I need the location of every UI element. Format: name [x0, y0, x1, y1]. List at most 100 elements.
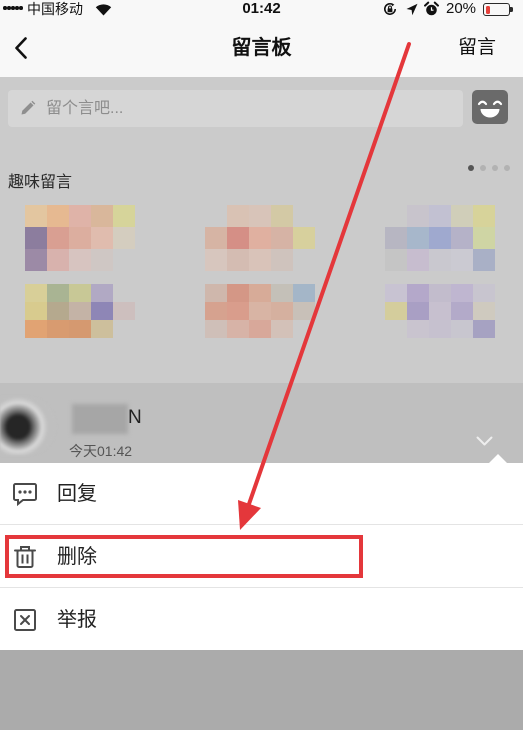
sticker-tile — [271, 227, 293, 249]
status-bar: 中国移动 01:42 20% — [0, 0, 523, 20]
sticker-tile — [271, 320, 293, 338]
battery-percent: 20% — [446, 0, 477, 17]
battery-level-fill — [485, 5, 490, 14]
sticker-tile — [451, 320, 473, 338]
sticker-tile — [407, 205, 429, 227]
sticker-tile — [227, 284, 249, 302]
sticker-thumbnail[interactable] — [385, 284, 495, 338]
sticker-tile — [205, 284, 227, 302]
sticker-tile — [429, 302, 451, 320]
sticker-tile — [69, 205, 91, 227]
emoji-face-icon[interactable] — [471, 89, 509, 126]
sticker-tile — [25, 227, 47, 249]
page-dot — [504, 165, 510, 171]
sticker-tile — [407, 320, 429, 338]
sticker-tile — [473, 205, 495, 227]
sticker-tile — [25, 302, 47, 320]
sticker-tile — [113, 205, 135, 227]
rotation-lock-icon — [384, 2, 396, 15]
nav-bar: 留言板 留言 — [0, 20, 523, 77]
sticker-tile — [205, 302, 227, 320]
sticker-tile — [385, 302, 407, 320]
menu-item-reply[interactable]: 回复 — [0, 463, 523, 525]
menu-item-label: 删除 — [57, 546, 97, 568]
message-input[interactable] — [46, 90, 456, 127]
sticker-thumbnail[interactable] — [385, 205, 495, 271]
sticker-tile — [473, 320, 495, 338]
sticker-tile — [293, 284, 315, 302]
action-menu: 回复 删除 举报 — [0, 463, 523, 650]
sticker-thumbnail[interactable] — [25, 205, 135, 271]
sticker-tile — [91, 227, 113, 249]
sticker-tile — [451, 205, 473, 227]
sticker-thumbnail[interactable] — [205, 205, 315, 271]
sticker-tile — [205, 320, 227, 338]
page-dot — [468, 165, 474, 171]
sticker-tile — [25, 205, 47, 227]
sticker-tile — [293, 302, 315, 320]
sticker-tile — [407, 302, 429, 320]
sticker-tile — [473, 284, 495, 302]
chevron-down-icon[interactable] — [476, 436, 493, 446]
page-dot — [480, 165, 486, 171]
sticker-tile — [25, 320, 47, 338]
sticker-tile — [69, 227, 91, 249]
sticker-tile — [385, 320, 407, 338]
sticker-tile — [293, 205, 315, 227]
sticker-tile — [91, 320, 113, 338]
sticker-tile — [113, 227, 135, 249]
sticker-tile — [227, 302, 249, 320]
sticker-tile — [451, 284, 473, 302]
menu-item-report[interactable]: 举报 — [0, 589, 523, 650]
sticker-tile — [205, 205, 227, 227]
avatar[interactable] — [0, 397, 56, 455]
sticker-tile — [249, 320, 271, 338]
sticker-thumbnail[interactable] — [25, 284, 135, 338]
sticker-tile — [451, 249, 473, 271]
message-time: 今天01:42 — [69, 443, 133, 459]
sticker-tile — [227, 249, 249, 271]
sticker-tile — [69, 284, 91, 302]
leave-message-button[interactable]: 留言 — [458, 35, 496, 61]
reply-bubble-icon — [13, 483, 37, 507]
sticker-tile — [25, 249, 47, 271]
sticker-tile — [293, 227, 315, 249]
sticker-tile — [385, 227, 407, 249]
author-name[interactable]: N — [128, 406, 142, 430]
sticker-tile — [293, 249, 315, 271]
sticker-tile — [293, 320, 315, 338]
sticker-tile — [271, 284, 293, 302]
page-dot — [492, 165, 498, 171]
sticker-tile — [249, 205, 271, 227]
message-composer[interactable] — [8, 90, 463, 127]
sticker-tile — [47, 227, 69, 249]
sticker-tile — [47, 284, 69, 302]
sticker-tile — [69, 249, 91, 271]
sticker-tile — [91, 302, 113, 320]
sticker-tile — [69, 302, 91, 320]
location-icon — [406, 3, 418, 16]
menu-item-delete[interactable]: 删除 — [0, 526, 523, 588]
message-board-content: 趣味留言 N 今天01:42 — [0, 77, 523, 463]
status-time: 01:42 — [242, 0, 281, 17]
pencil-icon — [21, 100, 36, 115]
sticker-tile — [271, 205, 293, 227]
menu-item-label: 回复 — [57, 483, 97, 505]
sticker-tile — [113, 302, 135, 320]
sticker-thumbnail[interactable] — [205, 284, 315, 338]
sticker-tile — [385, 284, 407, 302]
sticker-tile — [249, 227, 271, 249]
sticker-tile — [47, 205, 69, 227]
sticker-tile — [205, 249, 227, 271]
sticker-tile — [407, 249, 429, 271]
sticker-tile — [91, 205, 113, 227]
sticker-tile — [47, 249, 69, 271]
sticker-tile — [47, 302, 69, 320]
sticker-tile — [429, 249, 451, 271]
trash-icon — [14, 546, 36, 568]
author-name-blurred — [72, 404, 128, 434]
sticker-grid — [25, 205, 495, 338]
popover-pointer — [489, 454, 507, 463]
sticker-tile — [249, 284, 271, 302]
message-item: N 今天01:42 — [0, 383, 523, 463]
